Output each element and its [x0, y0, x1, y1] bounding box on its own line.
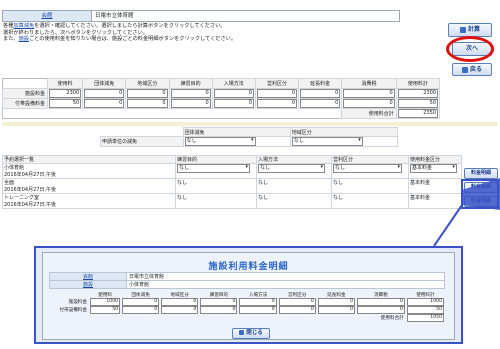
total-label: 使用料合計 [380, 316, 404, 321]
modal-facility-link[interactable]: 会館 [49, 272, 127, 281]
modal-row-equipment: 付帯設備料金 50 0 0 0 0 0 0 0 50 [49, 306, 445, 314]
col-header: 地域区分 [170, 292, 189, 298]
col-header: 練習目的 [209, 292, 229, 298]
close-button[interactable]: 閉じる [232, 328, 270, 339]
col-header: 延長料金 [327, 292, 346, 298]
fee-field: 50 [90, 306, 121, 314]
modal-row-facility: 施設料金 1000 0 0 0 0 0 0 0 1000 [49, 298, 445, 306]
empty-cell [49, 291, 89, 298]
total-field: 1050 [406, 314, 444, 322]
empty-cell [49, 314, 356, 322]
fee-field: 50 [406, 306, 444, 314]
col-header: 消費税 [373, 292, 388, 298]
fee-field: 0 [317, 298, 355, 306]
modal-title: 施設利用料金明細 [208, 262, 289, 272]
fee-field: 0 [122, 298, 160, 306]
fee-field: 0 [317, 306, 355, 314]
close-icon [239, 330, 245, 335]
row-label: 施設料金 [68, 300, 87, 305]
fee-field: 0 [161, 306, 199, 314]
fee-detail-modal: 施設利用料金明細 会館 日電市立体育館 施設 小体育館 使用料 団体減免 地域区分 … [34, 246, 463, 344]
col-header: 使用料計 [416, 292, 435, 298]
fee-field: 0 [356, 298, 405, 306]
fee-field: 0 [278, 306, 316, 314]
fee-field: 0 [239, 306, 277, 314]
modal-inner: 施設利用料金明細 会館 日電市立体育館 施設 小体育館 使用料 団体減免 地域区分 … [42, 252, 455, 340]
callout-wedge [462, 178, 500, 210]
col-header: 使用料 [98, 292, 112, 298]
fee-field: 0 [161, 298, 199, 306]
modal-info-table: 会館 日電市立体育館 施設 小体育館 [49, 272, 445, 289]
fee-field: 0 [122, 306, 160, 314]
fee-field: 1000 [406, 298, 444, 306]
row-label: 付帯設備料金 [59, 308, 87, 313]
fee-field: 0 [278, 298, 316, 306]
callout-line [433, 204, 463, 247]
modal-room-link[interactable]: 施設 [49, 280, 127, 289]
close-label: 閉じる [246, 330, 263, 336]
col-header: 団体減免 [131, 292, 150, 298]
modal-fee-table: 使用料 団体減免 地域区分 練習目的 入場方法 営利区分 延長料金 消費税 使用… [49, 291, 445, 322]
fee-field: 0 [239, 298, 277, 306]
col-header: 営利区分 [288, 292, 307, 298]
fee-field: 1000 [90, 298, 121, 306]
modal-room-value: 小体育館 [126, 280, 445, 289]
col-header: 入場方法 [248, 292, 268, 298]
fee-field: 0 [200, 306, 238, 314]
modal-facility-value: 日電市立体育館 [126, 272, 445, 281]
fee-field: 0 [200, 298, 238, 306]
fee-field: 0 [356, 306, 405, 314]
